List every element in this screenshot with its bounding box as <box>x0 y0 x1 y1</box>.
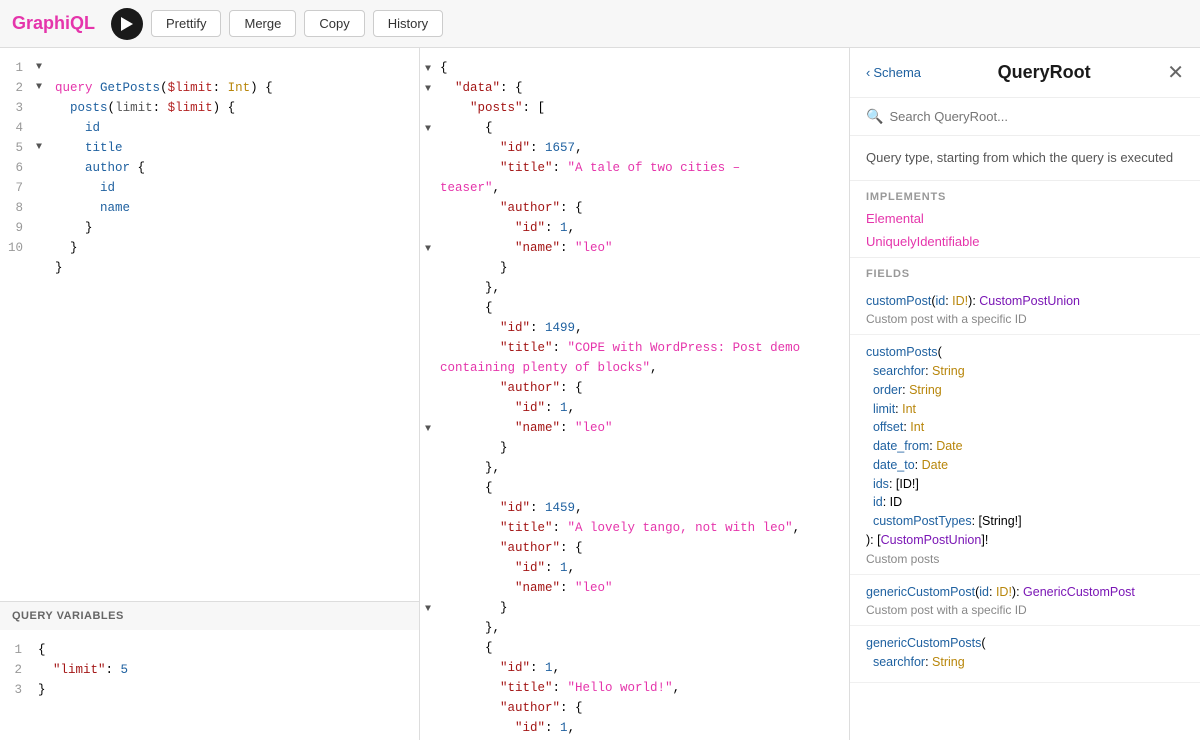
field-custompost-desc: Custom post with a specific ID <box>866 312 1184 326</box>
gutter-arrow-7 <box>31 178 47 198</box>
field-custompost-signature[interactable]: customPost(id: ID!): CustomPostUnion <box>866 292 1184 311</box>
fields-section-title: FIELDS <box>850 258 1200 284</box>
schema-close-button[interactable]: ✕ <box>1167 60 1184 85</box>
query-vars-header: QUERY VARIABLES <box>0 601 419 630</box>
schema-header: ‹ Schema QueryRoot ✕ <box>850 48 1200 98</box>
schema-back-label: Schema <box>873 65 921 80</box>
history-button[interactable]: History <box>373 10 443 37</box>
search-icon: 🔍 <box>866 108 883 125</box>
prettify-button[interactable]: Prettify <box>151 10 221 37</box>
code-content[interactable]: query GetPosts($limit: Int) { posts(limi… <box>47 48 281 288</box>
left-panel: 12345678910 ▼ ▼ ▼ query GetPosts($limit: <box>0 48 420 740</box>
gutter-arrow-8 <box>31 198 47 218</box>
implements-uniquelyidentifiable[interactable]: UniquelyIdentifiable <box>850 230 1200 253</box>
gutter-arrow-9 <box>31 218 47 238</box>
gutter-arrow-10 <box>31 238 47 258</box>
gutter-arrow-3 <box>31 98 47 118</box>
field-item-genericcustompost: genericCustomPost(id: ID!): GenericCusto… <box>850 575 1200 627</box>
gutter-arrow-4 <box>31 118 47 138</box>
implements-elemental[interactable]: Elemental <box>850 207 1200 230</box>
field-item-customppost: customPost(id: ID!): CustomPostUnion Cus… <box>850 284 1200 336</box>
merge-button[interactable]: Merge <box>229 10 296 37</box>
gutter: ▼ ▼ ▼ <box>31 48 47 288</box>
result-panel[interactable]: ▼ ▼ ▼ ▼ ▼ <box>420 48 850 740</box>
field-customposts-desc: Custom posts <box>866 552 1184 566</box>
gutter-arrow-2[interactable]: ▼ <box>31 78 47 98</box>
gutter-arrow-5[interactable]: ▼ <box>31 138 47 158</box>
vars-code-content[interactable]: { "limit": 5 } <box>30 630 136 710</box>
schema-search-input[interactable] <box>889 109 1184 124</box>
query-editor[interactable]: 12345678910 ▼ ▼ ▼ query GetPosts($limit: <box>0 48 419 601</box>
result-gutter: ▼ ▼ ▼ ▼ ▼ <box>420 48 436 740</box>
field-genericcustomposts-signature[interactable]: genericCustomPosts( searchfor: String <box>866 634 1184 672</box>
line-numbers: 12345678910 <box>0 48 31 288</box>
gutter-arrow-6 <box>31 158 47 178</box>
schema-back-link[interactable]: ‹ Schema <box>866 65 921 80</box>
gutter-arrow-1[interactable]: ▼ <box>31 58 47 78</box>
schema-panel: ‹ Schema QueryRoot ✕ 🔍 Query type, start… <box>850 48 1200 740</box>
field-genericcustompost-signature[interactable]: genericCustomPost(id: ID!): GenericCusto… <box>866 583 1184 602</box>
vars-line-numbers: 123 <box>0 630 30 710</box>
copy-button[interactable]: Copy <box>304 10 364 37</box>
query-vars-editor[interactable]: 123 { "limit": 5 } <box>0 630 419 740</box>
field-item-customposts: customPosts( searchfor: String order: St… <box>850 335 1200 574</box>
fields-section: FIELDS customPost(id: ID!): CustomPostUn… <box>850 257 1200 683</box>
field-item-genericcustomposts: genericCustomPosts( searchfor: String <box>850 626 1200 683</box>
run-button[interactable] <box>111 8 143 40</box>
search-box-wrap: 🔍 <box>850 98 1200 136</box>
main-layout: 12345678910 ▼ ▼ ▼ query GetPosts($limit: <box>0 48 1200 740</box>
field-customposts-signature[interactable]: customPosts( searchfor: String order: St… <box>866 343 1184 549</box>
header: GraphiQL Prettify Merge Copy History <box>0 0 1200 48</box>
schema-title: QueryRoot <box>929 62 1159 83</box>
field-genericcustompost-desc: Custom post with a specific ID <box>866 603 1184 617</box>
schema-description: Query type, starting from which the quer… <box>850 136 1200 181</box>
implements-section-title: IMPLEMENTS <box>850 181 1200 207</box>
result-code-content[interactable]: { "data": { "posts": [ { "id": 1657, "ti… <box>436 48 808 740</box>
app-title: GraphiQL <box>12 13 95 34</box>
chevron-left-icon: ‹ <box>866 65 870 80</box>
